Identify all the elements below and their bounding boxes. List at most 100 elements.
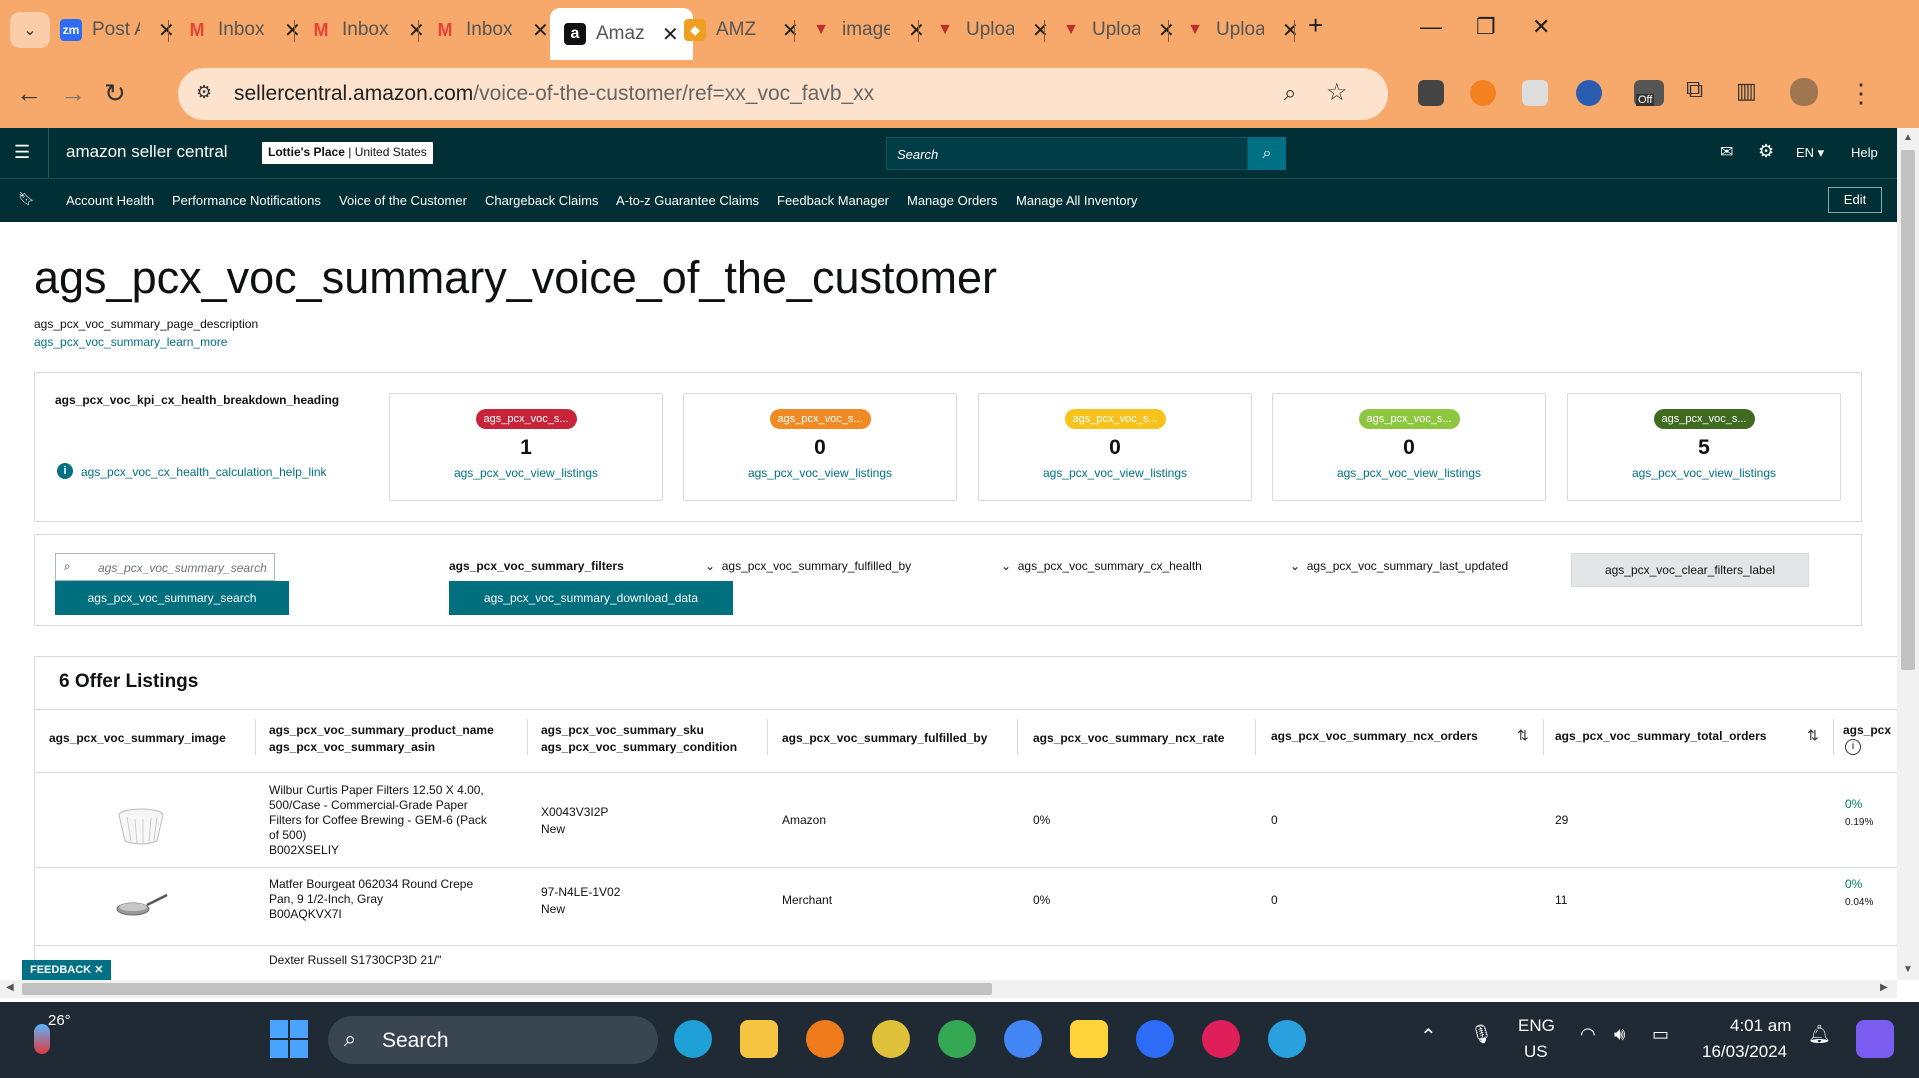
side-panel-icon[interactable]: ▥ <box>1736 78 1757 104</box>
close-icon[interactable]: ✕ <box>284 18 301 43</box>
sort-icon[interactable]: ⇅ <box>1517 727 1529 744</box>
col-ncx-rate[interactable]: ags_pcx_voc_summary_ncx_rate <box>1033 731 1224 745</box>
extensions-puzzle-icon[interactable]: ⧉ <box>1686 76 1703 104</box>
edge-icon[interactable] <box>674 1020 712 1058</box>
close-icon[interactable]: ✕ <box>532 18 549 43</box>
browser-menu-icon[interactable]: ⋮ <box>1848 78 1874 109</box>
account-switcher[interactable]: Lottie's Place | United States <box>262 142 433 164</box>
product-image-crepe-pan[interactable] <box>115 893 169 919</box>
search-button[interactable]: ags_pcx_voc_summary_search <box>55 581 289 615</box>
copilot-icon[interactable] <box>1856 1020 1894 1058</box>
kpi-card-poor[interactable]: ags_pcx_voc_s... 0 ags_pcx_voc_view_list… <box>683 393 957 501</box>
settings-gear-icon[interactable]: ⚙ <box>1758 141 1774 162</box>
last-updated-dropdown[interactable]: ⌄ ags_pcx_voc_summary_last_updated <box>1290 559 1508 573</box>
clear-filters-button[interactable]: ags_pcx_voc_clear_filters_label <box>1571 553 1809 587</box>
kpi-card-very-poor[interactable]: ags_pcx_voc_s... 1 ags_pcx_voc_view_list… <box>389 393 663 501</box>
tab-inbox-2[interactable]: M Inbox ✕ <box>310 12 425 48</box>
messages-icon[interactable]: ✉ <box>1720 142 1733 162</box>
chrome-profile-k-icon[interactable] <box>938 1020 976 1058</box>
amazon-seller-central-logo[interactable]: amazon seller central <box>66 142 228 162</box>
cx-health-help-link[interactable]: ags_pcx_voc_cx_health_calculation_help_l… <box>81 465 327 479</box>
listing-search-input[interactable]: ⌕ ags_pcx_voc_summary_search <box>55 553 275 581</box>
info-icon[interactable]: i <box>1845 739 1861 755</box>
microphone-icon[interactable]: 🎙︎ <box>1470 1024 1493 1045</box>
address-bar[interactable]: ⚙ sellercentral.amazon.com/voice-of-the-… <box>178 68 1388 120</box>
nav-performance-notifications[interactable]: Performance Notifications <box>172 193 321 208</box>
horizontal-scrollbar[interactable]: ◀ ▶ <box>0 980 1897 998</box>
brave-icon[interactable] <box>806 1020 844 1058</box>
fulfilled-by-dropdown[interactable]: ⌄ ags_pcx_voc_summary_fulfilled_by <box>705 559 911 573</box>
cx-health-dropdown[interactable]: ⌄ ags_pcx_voc_summary_cx_health <box>1001 559 1202 573</box>
product-name-link[interactable]: Wilbur Curtis Paper Filters 12.50 X 4.00… <box>269 783 487 843</box>
close-icon[interactable]: ✕ <box>782 18 799 43</box>
off-extension-icon[interactable]: Off <box>1634 80 1664 106</box>
edit-nav-button[interactable]: Edit <box>1828 187 1882 213</box>
vertical-scroll-thumb[interactable] <box>1901 150 1915 670</box>
learn-more-link[interactable]: ags_pcx_voc_summary_learn_more <box>34 335 227 349</box>
view-listings-link[interactable]: ags_pcx_voc_view_listings <box>1273 466 1545 480</box>
login-extension-icon[interactable] <box>1522 80 1548 106</box>
tab-search-button[interactable]: ⌄ <box>10 12 50 48</box>
new-tab-button[interactable]: + <box>1308 10 1323 41</box>
nav-account-health[interactable]: Account Health <box>66 193 154 208</box>
col-total-orders[interactable]: ags_pcx_voc_summary_total_orders <box>1555 729 1766 743</box>
chrome-profile-k2-icon[interactable] <box>1004 1020 1042 1058</box>
nav-feedback-manager[interactable]: Feedback Manager <box>777 193 889 208</box>
hamburger-menu-icon[interactable]: ☰ <box>14 142 30 163</box>
col-ncx-orders[interactable]: ags_pcx_voc_summary_ncx_orders <box>1271 729 1478 743</box>
kpi-card-excellent[interactable]: ags_pcx_voc_s... 5 ags_pcx_voc_view_list… <box>1567 393 1841 501</box>
slack-icon[interactable] <box>1202 1020 1240 1058</box>
profile-avatar[interactable] <box>1790 78 1818 106</box>
feedback-button[interactable]: FEEDBACK ✕ <box>22 960 112 980</box>
vertical-scrollbar[interactable]: ▲ ▼ <box>1897 128 1919 980</box>
file-explorer-icon[interactable] <box>740 1020 778 1058</box>
back-button[interactable]: ← <box>16 78 42 109</box>
tab-upload-2[interactable]: ▼ Uploa ✕ <box>1060 12 1175 48</box>
close-icon[interactable]: ✕ <box>1032 18 1049 43</box>
view-listings-link[interactable]: ags_pcx_voc_view_listings <box>390 466 662 480</box>
forward-button[interactable]: → <box>60 78 86 109</box>
col-last[interactable]: ags_pcx <box>1843 723 1891 737</box>
nav-manage-orders[interactable]: Manage Orders <box>907 193 997 208</box>
close-window-button[interactable]: ✕ <box>1532 14 1550 40</box>
zoom-lens-icon[interactable]: ⌕ <box>1284 80 1296 106</box>
nav-chargeback-claims[interactable]: Chargeback Claims <box>485 193 598 208</box>
zoom-app-icon[interactable] <box>1136 1020 1174 1058</box>
header-search-button[interactable]: ⌕ <box>1248 137 1286 170</box>
chrome-icon[interactable] <box>872 1020 910 1058</box>
restore-button[interactable]: ❐ <box>1476 14 1496 40</box>
sticky-notes-icon[interactable] <box>1070 1020 1108 1058</box>
help-link[interactable]: Help <box>1851 145 1878 160</box>
sort-icon[interactable]: ⇅ <box>1807 727 1819 744</box>
kpi-card-good[interactable]: ags_pcx_voc_s... 0 ags_pcx_voc_view_list… <box>1272 393 1546 501</box>
language-code[interactable]: ENG <box>1518 1016 1555 1036</box>
clock-date[interactable]: 16/03/2024 <box>1702 1042 1787 1062</box>
col-sku[interactable]: ags_pcx_voc_summary_sku <box>541 723 704 737</box>
qr-extension-icon[interactable] <box>1418 80 1444 106</box>
tab-amazon-active[interactable]: a Amaz ✕ <box>550 8 693 60</box>
language-region[interactable]: US <box>1524 1042 1548 1062</box>
wifi-icon[interactable]: ◠ <box>1580 1024 1596 1045</box>
windows-start-icon[interactable] <box>270 1020 288 1038</box>
blue-extension-icon[interactable] <box>1576 80 1602 106</box>
tab-amz[interactable]: ◆ AMZ ✕ <box>684 12 799 48</box>
col-product-name[interactable]: ags_pcx_voc_summary_product_name <box>269 723 494 737</box>
tab-inbox-3[interactable]: M Inbox ✕ <box>434 12 549 48</box>
close-icon[interactable]: ✕ <box>94 964 103 976</box>
col-condition[interactable]: ags_pcx_voc_summary_condition <box>541 740 737 754</box>
tab-upload-3[interactable]: ▼ Uploa ✕ <box>1184 12 1299 48</box>
site-settings-icon[interactable]: ⚙ <box>196 82 212 103</box>
close-icon[interactable]: ✕ <box>408 18 425 43</box>
close-icon[interactable]: ✕ <box>662 22 679 47</box>
orange-extension-icon[interactable] <box>1470 80 1496 106</box>
telegram-icon[interactable] <box>1268 1020 1306 1058</box>
language-selector[interactable]: EN ▾ <box>1796 145 1824 161</box>
battery-icon[interactable]: ▭ <box>1652 1024 1669 1045</box>
clock-time[interactable]: 4:01 am <box>1730 1016 1791 1036</box>
nav-atoz-claims[interactable]: A-to-z Guarantee Claims <box>616 193 759 208</box>
tab-image[interactable]: ▼ image ✕ <box>810 12 925 48</box>
minimize-button[interactable]: — <box>1420 14 1442 40</box>
reload-button[interactable]: ↻ <box>104 78 126 109</box>
view-listings-link[interactable]: ags_pcx_voc_view_listings <box>1568 466 1840 480</box>
nav-manage-inventory[interactable]: Manage All Inventory <box>1016 193 1137 208</box>
